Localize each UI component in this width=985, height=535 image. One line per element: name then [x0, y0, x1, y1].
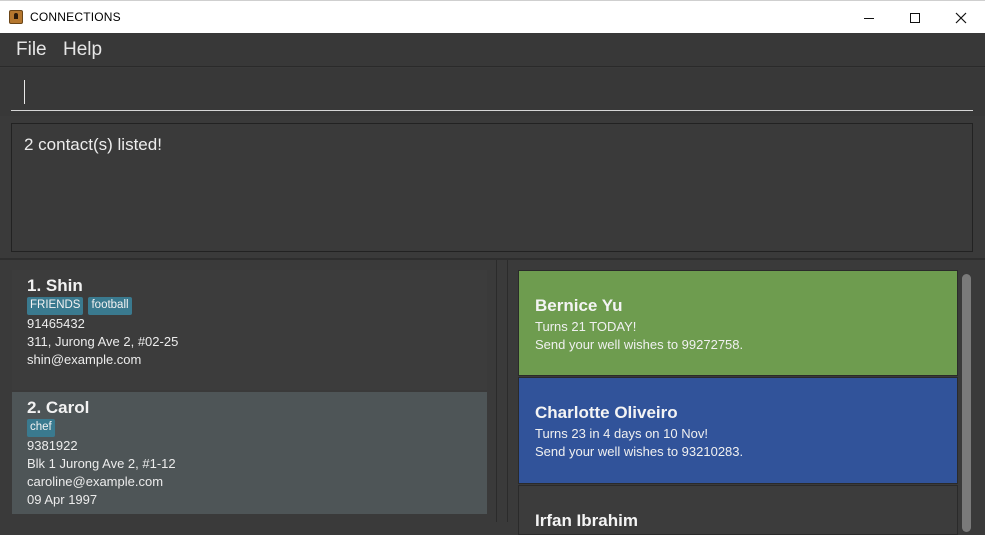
window-title: CONNECTIONS	[30, 10, 121, 24]
command-input[interactable]	[11, 74, 973, 111]
birthday-card[interactable]: Bernice Yu Turns 21 TODAY! Send your wel…	[518, 270, 958, 376]
text-caret	[24, 80, 25, 104]
person-phone: 9381922	[27, 438, 78, 453]
birthday-wish: Send your well wishes to 93210283.	[535, 444, 744, 459]
maximize-icon	[910, 12, 920, 23]
tag-label: chef	[27, 419, 55, 437]
close-icon	[955, 12, 967, 23]
menu-bar: File Help	[0, 33, 985, 67]
birthday-name: Irfan Ibrahim	[535, 511, 638, 530]
birthday-wish: Send your well wishes to 99272758.	[535, 337, 744, 352]
person-email: shin@example.com	[27, 352, 142, 367]
contacts-app-icon	[9, 10, 23, 24]
person-phone: 91465432	[27, 316, 85, 331]
birthday-card[interactable]: Charlotte Oliveiro Turns 23 in 4 days on…	[518, 377, 958, 484]
birthday-message: Turns 21 TODAY!	[535, 319, 637, 334]
menu-file[interactable]: File	[16, 39, 47, 61]
person-tags: chef	[27, 419, 487, 437]
minimize-button[interactable]	[846, 1, 892, 34]
maximize-button[interactable]	[892, 1, 938, 34]
birthday-name: Bernice Yu	[535, 296, 623, 315]
birthday-card[interactable]: Irfan Ibrahim	[518, 485, 958, 535]
person-birthday: 09 Apr 1997	[27, 492, 98, 507]
person-list-panel: 1. Shin FRIENDS football 91465432 311, J…	[3, 260, 497, 522]
birthday-name: Charlotte Oliveiro	[535, 403, 678, 422]
person-card[interactable]: 1. Shin FRIENDS football 91465432 311, J…	[12, 270, 487, 390]
title-bar: CONNECTIONS	[0, 0, 985, 33]
birthday-message: Turns 23 in 4 days on 10 Nov!	[535, 426, 708, 441]
result-display: 2 contact(s) listed!	[11, 123, 973, 252]
tag-label: FRIENDS	[27, 297, 84, 315]
tag-label: football	[88, 297, 132, 315]
menu-help[interactable]: Help	[63, 39, 102, 61]
scrollbar-thumb[interactable]	[962, 274, 971, 532]
scrollbar[interactable]	[960, 270, 974, 532]
person-name: 1. Shin	[27, 276, 83, 295]
result-message: 2 contact(s) listed!	[24, 135, 162, 154]
person-address: Blk 1 Jurong Ave 2, #1-12	[27, 456, 176, 471]
close-button[interactable]	[938, 1, 984, 34]
command-area	[0, 68, 985, 116]
person-card-selected[interactable]: 2. Carol chef 9381922 Blk 1 Jurong Ave 2…	[12, 392, 487, 514]
minimize-icon	[864, 17, 874, 19]
person-tags: FRIENDS football	[27, 297, 487, 315]
birthday-reminder-panel: Bernice Yu Turns 21 TODAY! Send your wel…	[507, 260, 985, 535]
person-name: 2. Carol	[27, 398, 90, 417]
person-address: 311, Jurong Ave 2, #02-25	[27, 334, 179, 349]
person-email: caroline@example.com	[27, 474, 164, 489]
